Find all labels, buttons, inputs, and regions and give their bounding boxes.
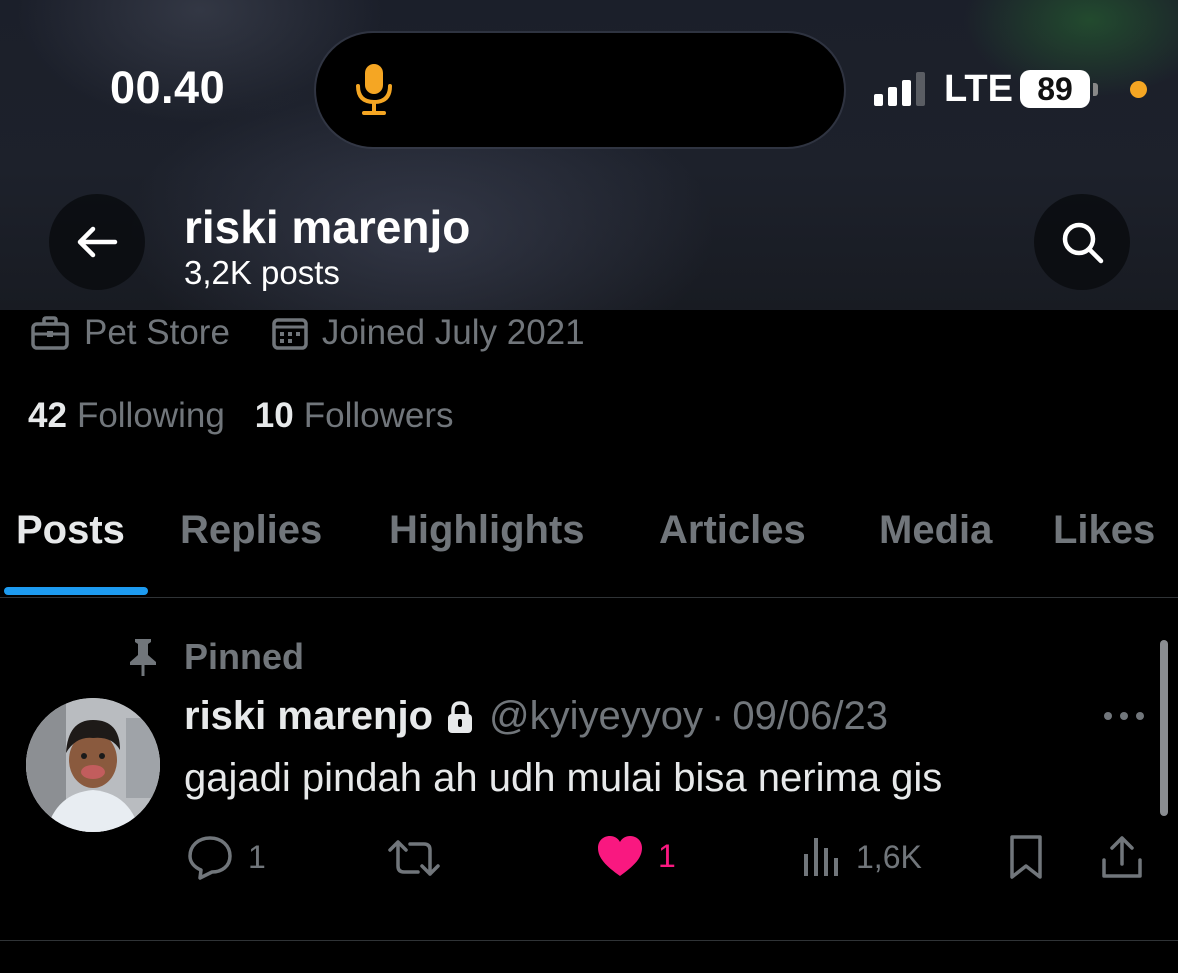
like-button[interactable]: 1 (596, 834, 676, 878)
followers-link[interactable]: 10 Followers (255, 396, 454, 436)
more-options-icon[interactable] (1102, 708, 1146, 724)
calendar-icon (272, 318, 308, 350)
joined-label: Joined July 2021 (321, 313, 585, 352)
status-time: 00.40 (110, 62, 226, 113)
post-divider (0, 940, 1178, 941)
arrow-left-icon (77, 226, 118, 258)
microphone-icon (356, 64, 392, 115)
following-link[interactable]: 42 Following (28, 396, 225, 436)
view-count: 1,6K (856, 838, 922, 875)
profile-tabs: Posts Replies Highlights Articles Media … (0, 500, 1178, 598)
tab-articles[interactable]: Articles (659, 508, 806, 553)
followers-count: 10 (254, 396, 294, 435)
pin-icon (130, 639, 156, 676)
views-button[interactable]: 1,6K (802, 836, 922, 878)
heart-icon (598, 836, 642, 876)
reply-icon (188, 836, 232, 880)
battery-icon: 89 (1020, 70, 1090, 108)
views-icon (804, 838, 838, 876)
tab-replies[interactable]: Replies (180, 508, 322, 553)
repost-icon (388, 840, 440, 876)
joined-item: Joined July 2021 (272, 313, 585, 353)
category-item: Pet Store (30, 313, 230, 353)
lock-icon (448, 700, 473, 733)
tab-media[interactable]: Media (879, 508, 992, 553)
share-icon (1102, 836, 1142, 878)
header-profile-name: riski marenjo (184, 201, 471, 253)
tab-likes[interactable]: Likes (1053, 508, 1155, 553)
tweet-author-name[interactable]: riski marenjo (184, 694, 433, 739)
follow-stats: 42 Following 10 Followers (28, 396, 484, 436)
signal-icon (874, 72, 925, 106)
briefcase-icon (31, 316, 69, 350)
share-button[interactable] (1100, 834, 1144, 880)
bookmark-button[interactable] (1006, 834, 1046, 880)
bookmark-icon (1010, 835, 1042, 879)
tab-highlights[interactable]: Highlights (389, 508, 585, 553)
following-label: Following (76, 396, 225, 435)
tweet-text: gajadi pindah ah udh mulai bisa nerima g… (184, 756, 943, 800)
reply-count: 1 (248, 838, 266, 875)
battery-nub (1093, 83, 1098, 96)
pinned-label: Pinned (184, 636, 305, 677)
privacy-indicator-dot (1130, 81, 1147, 98)
tweet-author-handle[interactable]: @kyiyeyyoy (489, 694, 703, 739)
active-tab-indicator (4, 587, 148, 595)
tweet-header: riski marenjo @kyiyeyyoy · 09/06/23 (184, 694, 888, 739)
following-count: 42 (28, 396, 67, 435)
profile-meta: Pet Store Joined July 2021 (30, 310, 627, 356)
back-button[interactable] (49, 194, 145, 290)
network-label: LTE (944, 68, 1013, 110)
like-count: 1 (658, 837, 676, 874)
repost-button[interactable] (386, 836, 442, 880)
tweet-actions: 1 1 1,6K (0, 828, 1178, 888)
reply-button[interactable]: 1 (186, 834, 266, 880)
avatar-photo (26, 698, 160, 832)
avatar[interactable] (26, 698, 160, 832)
scrollbar[interactable] (1160, 640, 1168, 816)
pinned-label-row: Pinned (126, 636, 304, 678)
tab-posts[interactable]: Posts (16, 508, 125, 553)
tweet-meta-separator: · (711, 694, 725, 738)
tweet-date[interactable]: 09/06/23 (732, 694, 888, 739)
search-button[interactable] (1034, 194, 1130, 290)
search-icon (1062, 222, 1104, 264)
category-label: Pet Store (84, 313, 230, 352)
header-post-count: 3,2K posts (184, 254, 340, 291)
followers-label: Followers (303, 396, 454, 435)
